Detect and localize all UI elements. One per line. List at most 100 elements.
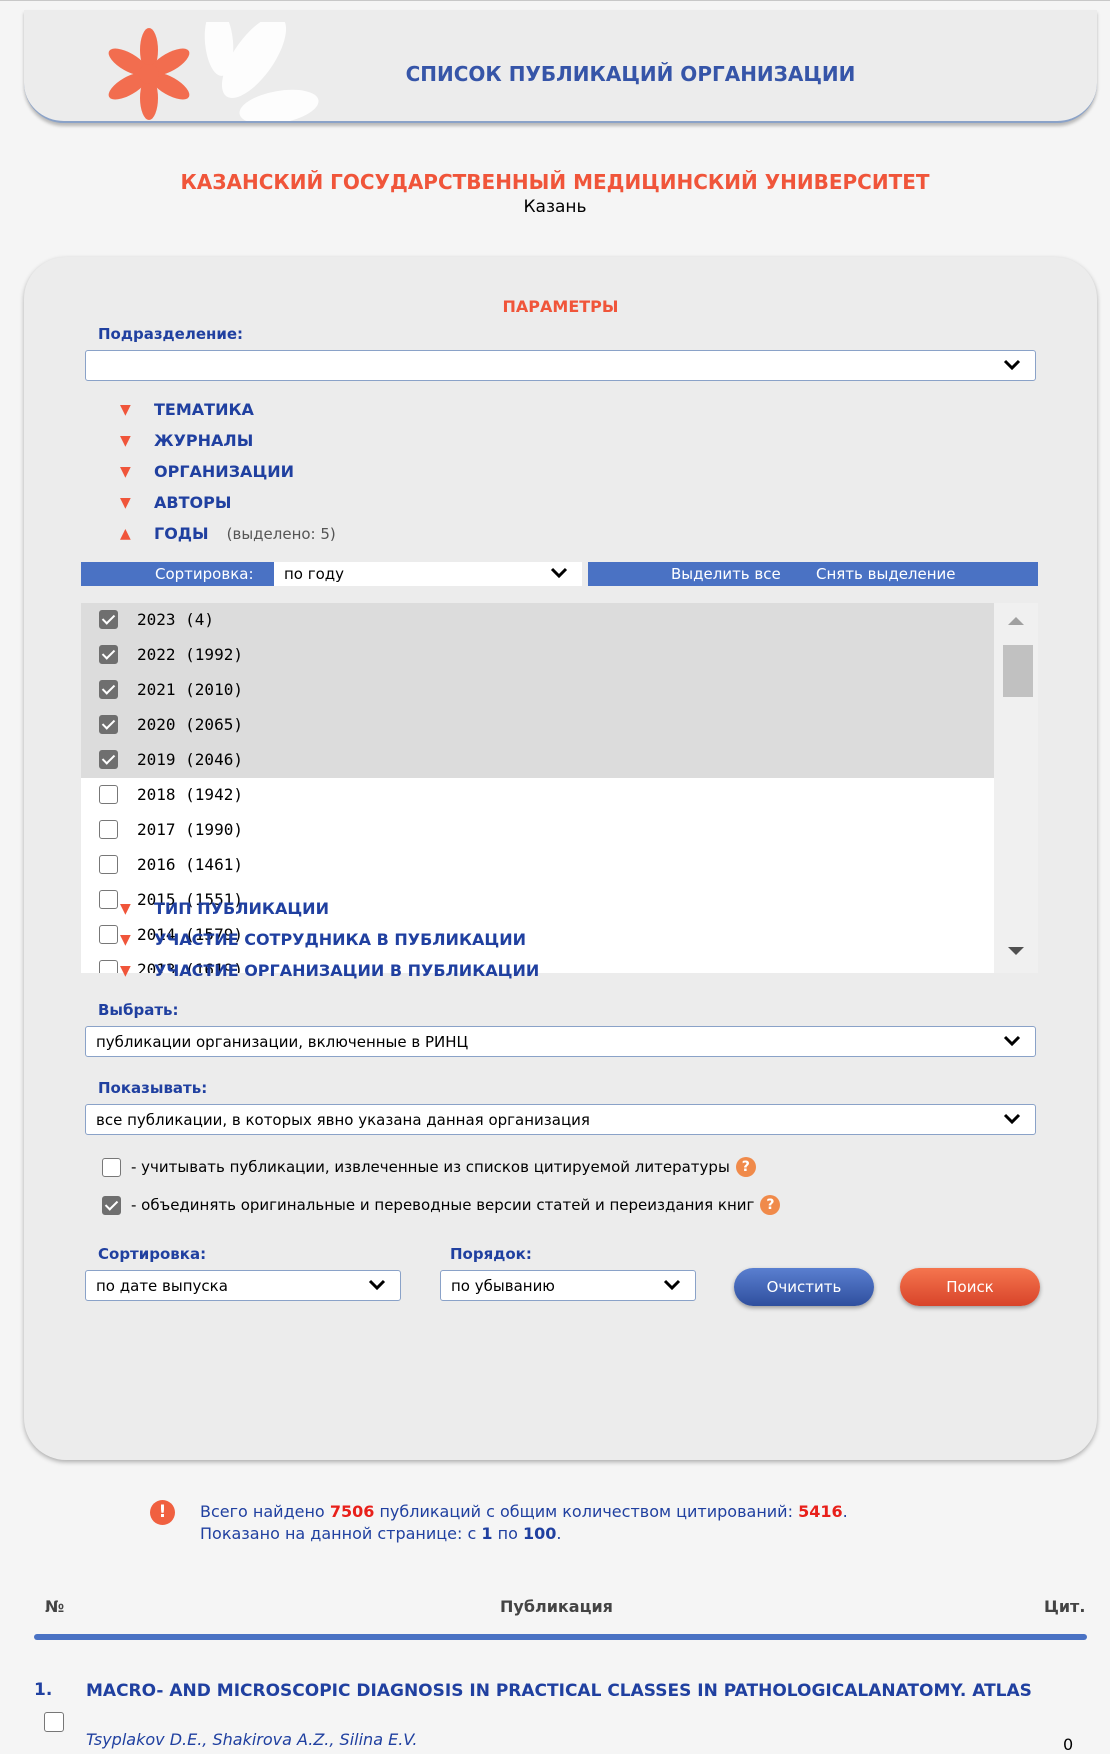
year-label: 2021 (2010) [137,680,243,699]
section-journals[interactable]: ▼ ЖУРНАЛЫ [120,431,253,450]
option-cited-label: - учитывать публикации, извлеченные из с… [131,1158,730,1176]
sort-select[interactable]: по дате выпуска [85,1270,401,1301]
sort-label: Сортировка: [98,1245,207,1263]
section-topics[interactable]: ▼ ТЕМАТИКА [120,400,254,419]
year-checkbox[interactable] [99,785,118,804]
show-label: Показывать: [98,1079,208,1097]
select-all-button[interactable]: Выделить все [671,565,781,583]
year-checkbox[interactable] [99,890,118,909]
section-journals-label: ЖУРНАЛЫ [154,431,254,450]
year-checkbox[interactable] [99,820,118,839]
years-toolbar: Сортировка: по году Выделить все Снять в… [81,562,1038,586]
parameters-panel: ПАРАМЕТРЫ Подразделение: ▼ ТЕМАТИКА ▼ ЖУ… [24,257,1097,1460]
top-border [0,0,1110,1]
years-sort-select[interactable]: по году [274,562,582,586]
order-value: по убыванию [451,1277,555,1295]
publication-authors: Tsyplakov D.E., Shakirova A.Z., Silina E… [86,1730,418,1749]
section-pub-type-label: ТИП ПУБЛИКАЦИИ [154,899,329,918]
organization-name[interactable]: КАЗАНСКИЙ ГОСУДАРСТВЕННЫЙ МЕДИЦИНСКИЙ УН… [0,170,1110,194]
deselect-button[interactable]: Снять выделение [816,565,956,583]
help-icon[interactable]: ? [760,1195,781,1215]
expand-arrow-icon: ▼ [120,463,131,480]
years-scrollbar[interactable] [994,603,1038,973]
results-range-line: Показано на данной странице: с 1 по 100. [200,1524,562,1543]
year-checkbox[interactable] [99,855,118,874]
option-merge-label: - объединять оригинальные и переводные в… [131,1196,755,1214]
results-total-line: Всего найдено 7506 публикаций с общим ко… [200,1502,848,1521]
column-header-num: № [45,1597,65,1616]
year-checkbox[interactable] [99,960,118,973]
expand-arrow-icon: ▼ [120,962,131,979]
year-row[interactable]: 2021 (2010) [81,673,994,708]
section-authors[interactable]: ▼ АВТОРЫ [120,493,231,512]
year-checkbox[interactable] [99,715,118,734]
scroll-down-arrow-icon[interactable] [1008,947,1024,955]
results-text: по [497,1524,518,1543]
section-org-participation[interactable]: ▼ УЧАСТИЕ ОРГАНИЗАЦИИ В ПУБЛИКАЦИИ [120,961,539,980]
section-pub-type[interactable]: ▼ ТИП ПУБЛИКАЦИИ [120,899,329,918]
year-label: 2019 (2046) [137,750,243,769]
show-select[interactable]: все публикации, в которых явно указана д… [85,1104,1036,1135]
chevron-down-icon [550,567,568,579]
column-header-citations: Цит. [1044,1597,1086,1616]
sort-value: по дате выпуска [96,1277,228,1295]
page-header: СПИСОК ПУБЛИКАЦИЙ ОРГАНИЗАЦИИ [24,10,1097,123]
results-citations: 5416 [798,1502,843,1521]
year-row[interactable]: 2018 (1942) [81,778,994,813]
order-label: Порядок: [450,1245,532,1263]
section-years[interactable]: ▲ ГОДЫ (выделено: 5) [120,524,336,543]
expand-arrow-icon: ▼ [120,494,131,511]
year-row[interactable]: 2023 (4) [81,603,994,638]
scroll-up-arrow-icon[interactable] [1008,617,1024,625]
chevron-down-icon [1003,1035,1021,1047]
results-text: публикаций с общим количеством цитирован… [379,1502,793,1521]
section-years-label: ГОДЫ [154,524,209,543]
year-row[interactable]: 2017 (1990) [81,813,994,848]
section-organizations-label: ОРГАНИЗАЦИИ [154,462,295,481]
option-merge-checkbox[interactable] [102,1195,121,1215]
expand-arrow-icon: ▼ [120,432,131,449]
table-header-divider [34,1634,1087,1640]
option-cited-checkbox[interactable] [102,1157,121,1177]
year-checkbox[interactable] [99,750,118,769]
section-employee-participation[interactable]: ▼ УЧАСТИЕ СОТРУДНИКА В ПУБЛИКАЦИИ [120,930,526,949]
subdivision-label: Подразделение: [98,325,244,343]
year-checkbox[interactable] [99,680,118,699]
year-checkbox[interactable] [99,645,118,664]
search-button[interactable]: Поиск [900,1268,1040,1306]
results-from: 1 [481,1524,493,1543]
year-row[interactable]: 2022 (1992) [81,638,994,673]
year-label: 2020 (2065) [137,715,243,734]
publication-title-link[interactable]: MACRO- AND MICROSCOPIC DIAGNOSIS IN PRAC… [86,1680,1046,1703]
organization-city: Казань [523,197,587,217]
choose-select[interactable]: публикации организации, включенные в РИН… [85,1026,1036,1057]
clear-button[interactable]: Очистить [734,1268,874,1306]
scroll-thumb[interactable] [1003,645,1033,697]
order-select[interactable]: по убыванию [440,1270,696,1301]
year-label: 2022 (1992) [137,645,243,664]
year-checkbox[interactable] [99,925,118,944]
publication-checkbox[interactable] [44,1712,64,1732]
collapse-arrow-icon: ▲ [120,525,131,542]
years-selected-count: (выделено: 5) [226,524,336,543]
year-row[interactable]: 2020 (2065) [81,708,994,743]
subdivision-select[interactable] [85,350,1036,381]
chevron-down-icon [368,1279,386,1291]
year-checkbox[interactable] [99,610,118,629]
help-icon[interactable]: ? [735,1157,756,1177]
results-text: Всего найдено [200,1502,325,1521]
expand-arrow-icon: ▼ [120,401,131,418]
year-row[interactable]: 2019 (2046) [81,743,994,778]
publication-number: 1. [34,1680,53,1700]
chevron-down-icon [1003,1113,1021,1125]
section-organizations[interactable]: ▼ ОРГАНИЗАЦИИ [120,462,294,481]
choose-value: публикации организации, включенные в РИН… [96,1033,469,1051]
year-label: 2017 (1990) [137,820,243,839]
year-label: 2016 (1461) [137,855,243,874]
year-row[interactable]: 2016 (1461) [81,848,994,883]
column-header-publication: Публикация [500,1597,613,1616]
section-authors-label: АВТОРЫ [154,493,232,512]
years-sort-label: Сортировка: [81,562,274,586]
option-merge-row: - объединять оригинальные и переводные в… [102,1195,781,1215]
info-icon: ! [150,1500,175,1525]
